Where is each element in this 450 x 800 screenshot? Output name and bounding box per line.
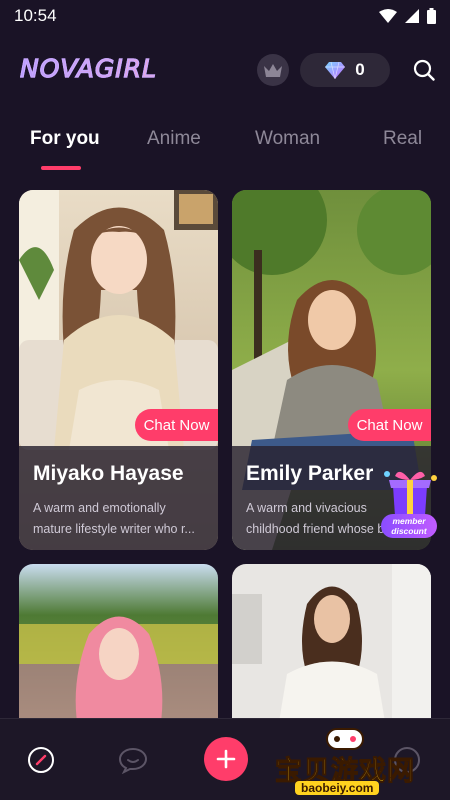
- member-discount-badge[interactable]: member discount: [379, 466, 441, 540]
- description-line: A warm and emotionally: [33, 501, 166, 515]
- site-watermark: 宝贝游戏网 baobeiy.com: [275, 728, 425, 797]
- battery-icon: [427, 8, 436, 24]
- search-button[interactable]: [410, 56, 438, 84]
- chat-now-button[interactable]: Chat Now: [135, 409, 218, 441]
- vip-crown-button[interactable]: [257, 54, 289, 86]
- gamepad-icon: [326, 728, 364, 750]
- nav-chat[interactable]: [118, 745, 148, 775]
- character-card[interactable]: Chat Now Miyako Hayase A warm and emotio…: [19, 190, 218, 550]
- chat-now-button[interactable]: Chat Now: [348, 409, 431, 441]
- member-label-line: member: [392, 516, 426, 526]
- character-name: Miyako Hayase: [33, 462, 184, 485]
- category-tabs: For you Anime Woman Real: [0, 122, 450, 172]
- status-time: 10:54: [14, 6, 57, 25]
- character-portrait-image: [19, 564, 218, 734]
- active-tab-indicator: [41, 166, 81, 170]
- tab-for-you[interactable]: For you: [30, 128, 100, 150]
- diamond-icon: [325, 61, 346, 79]
- discover-icon: [28, 747, 54, 773]
- description-line: mature lifestyle writer who r...: [33, 522, 195, 536]
- character-card[interactable]: [19, 564, 218, 734]
- tab-real[interactable]: Real: [383, 128, 422, 150]
- tab-anime[interactable]: Anime: [147, 128, 201, 150]
- status-bar: 10:54: [0, 0, 450, 32]
- add-icon: [216, 749, 236, 769]
- character-description: A warm and emotionally mature lifestyle …: [33, 498, 205, 540]
- status-icons: [379, 8, 436, 24]
- gift-box-icon: [384, 471, 437, 516]
- character-name: Emily Parker: [246, 462, 374, 485]
- app-header: NOVAGIRL 0: [0, 50, 450, 90]
- member-label-line: discount: [391, 526, 427, 536]
- member-discount-label: member discount: [381, 514, 437, 538]
- wifi-icon: [379, 9, 397, 23]
- search-icon: [413, 59, 435, 81]
- nav-discover[interactable]: [26, 745, 56, 775]
- signal-icon: [405, 9, 419, 23]
- character-card[interactable]: [232, 564, 431, 734]
- create-character-button[interactable]: [204, 737, 248, 781]
- bottom-navigation: 宝贝游戏网 baobeiy.com: [0, 718, 450, 800]
- character-portrait-image: [232, 564, 431, 734]
- diamond-balance-button[interactable]: 0: [300, 53, 390, 87]
- chat-icon: [118, 747, 148, 774]
- tab-woman[interactable]: Woman: [255, 128, 320, 150]
- diamond-count: 0: [355, 60, 365, 79]
- watermark-url: baobeiy.com: [295, 781, 380, 795]
- crown-icon: [264, 64, 282, 77]
- app-logo: NOVAGIRL: [19, 53, 157, 83]
